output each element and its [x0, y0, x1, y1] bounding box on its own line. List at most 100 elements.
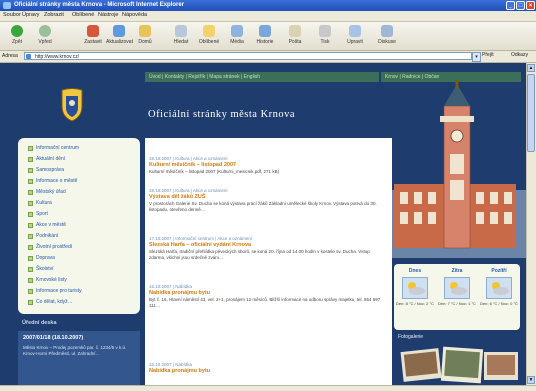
news-item: 15.10.2007 | Nabídka Nabídka pronájmu by…: [149, 362, 387, 374]
top-navigation[interactable]: Úvod | Kontakty | Rejstřík | Mapa stráne…: [145, 72, 379, 82]
bullet-icon: [28, 212, 33, 217]
home-button[interactable]: Domů: [132, 25, 158, 45]
bullet-icon: [28, 234, 33, 239]
minimize-button[interactable]: _: [506, 1, 515, 10]
maximize-button[interactable]: □: [516, 1, 525, 10]
stop-button[interactable]: Zastavit: [80, 25, 106, 45]
print-button[interactable]: Tisk: [312, 25, 338, 45]
forward-arrow-icon: [39, 25, 51, 37]
news-item: 18.10.2007 | Kultura | Akce a oznámení K…: [149, 156, 387, 175]
news-title-link[interactable]: Nabídka pronájmu bytu: [149, 290, 387, 296]
bullet-icon: [28, 256, 33, 261]
ie-logo-icon: [3, 2, 11, 9]
bullet-icon: [28, 223, 33, 228]
mail-icon: [289, 25, 301, 37]
scrollbar-thumb[interactable]: [527, 74, 535, 152]
sidebar: Informační centrum Aktuální dění Samospr…: [18, 138, 140, 314]
window-title: Oficiální stránky města Krnova - Microso…: [14, 2, 185, 8]
town-hall-photo: [380, 80, 528, 258]
bullet-icon: [28, 289, 33, 294]
bullet-icon: [28, 190, 33, 195]
news-item: 16.10.2007 | Nabídka Nabídka pronájmu by…: [149, 284, 387, 309]
go-button[interactable]: Přejít: [482, 52, 494, 58]
weather-day-name: Pozítří: [491, 268, 507, 274]
bullet-icon: [28, 267, 33, 272]
news-date: 16.10.2007 | Nabídka: [149, 284, 192, 289]
notice-text: Město Krnov – Prodej pozemků par. č. 123…: [23, 345, 127, 356]
news-date: 17.10.2007 | Informační centrum | Akce a…: [149, 236, 253, 241]
stop-icon: [87, 25, 99, 37]
status-bar: [0, 385, 536, 391]
home-icon: [139, 25, 151, 37]
weather-day: Pozítří Den: 6 °C / Noc: 0 °C: [480, 268, 518, 306]
news-date: 18.10.2007 | Kultura | Akce a oznámení: [149, 156, 228, 161]
forward-button[interactable]: Vpřed: [32, 25, 58, 45]
bullet-icon: [28, 168, 33, 173]
weather-widget: Dnes Den: 8 °C / Noc: 2 °C Zítra Den: 7 …: [394, 264, 520, 330]
toolbar: Zpět Vpřed Zastavit Aktualizovat Domů Hl…: [0, 22, 536, 51]
page-icon: [26, 54, 31, 59]
bullet-icon: [28, 278, 33, 283]
refresh-button[interactable]: Aktualizovat: [106, 25, 133, 45]
menu-file[interactable]: Soubor: [3, 12, 21, 18]
news-text: Byt č. 16, Hlavní náměstí 43, vel. 2+1, …: [149, 297, 381, 308]
news-date: 15.10.2007 | Nabídka: [149, 362, 192, 367]
history-button[interactable]: Historie: [252, 25, 278, 45]
menu-view[interactable]: Zobrazit: [44, 12, 64, 18]
weather-day-name: Zítra: [451, 268, 463, 274]
news-title-link[interactable]: Výstava děl žáků ZUŠ: [149, 194, 387, 200]
news-item: 18.10.2007 | Kultura | Akce a oznámení V…: [149, 188, 387, 213]
back-arrow-icon: [11, 25, 23, 37]
favorites-button[interactable]: Oblíbené: [196, 25, 222, 45]
edit-icon: [349, 25, 361, 37]
news-title-link[interactable]: Kulturní měsíčník – listopad 2007: [149, 162, 387, 168]
mail-button[interactable]: Pošta: [282, 25, 308, 45]
bullet-icon: [28, 300, 33, 305]
city-crest-icon: [61, 88, 83, 122]
scroll-down-arrow-icon[interactable]: ▼: [527, 376, 535, 384]
cloudy-sun-icon: [402, 277, 428, 299]
search-icon: [175, 25, 187, 37]
refresh-icon: [113, 25, 125, 37]
weather-temp: Den: 7 °C / Noc: 1 °C: [438, 301, 476, 306]
weather-day-name: Dnes: [408, 268, 422, 274]
bullet-icon: [28, 146, 33, 151]
news-title-link[interactable]: Nabídka pronájmu bytu: [149, 368, 387, 374]
discuss-button[interactable]: Diskuse: [374, 25, 400, 45]
address-input[interactable]: http://www.krnov.cz/: [24, 52, 472, 60]
back-button[interactable]: Zpět: [4, 25, 30, 45]
bullet-icon: [28, 157, 33, 162]
search-button[interactable]: Hledat: [168, 25, 194, 45]
menu-tools[interactable]: Nástroje: [98, 12, 118, 18]
window-title-bar: Oficiální stránky města Krnova - Microso…: [0, 0, 536, 11]
photo-gallery-title: Fotogalerie: [398, 334, 424, 340]
bullet-icon: [28, 201, 33, 206]
news-title-link[interactable]: Slezská Harfa – oficiální vydání Krnova: [149, 242, 387, 248]
close-button[interactable]: ×: [526, 1, 535, 10]
photo-gallery-thumbnails[interactable]: [398, 344, 520, 385]
scroll-up-arrow-icon[interactable]: ▲: [527, 64, 535, 72]
menu-favorites[interactable]: Oblíbené: [72, 12, 94, 18]
news-text: Slezská Harfa, tradiční přehlídka pěveck…: [149, 249, 370, 260]
discuss-icon: [381, 25, 393, 37]
news-item: 17.10.2007 | Informační centrum | Akce a…: [149, 236, 387, 261]
menu-edit[interactable]: Úpravy: [22, 12, 39, 18]
address-label: Adresa: [2, 53, 18, 59]
notice-board-title: Úřední deska: [22, 320, 57, 326]
links-button[interactable]: Odkazy: [511, 52, 528, 58]
bullet-icon: [28, 179, 33, 184]
cloudy-sun-icon: [444, 277, 470, 299]
notice-heading[interactable]: 2007/01/18 (18.10.2007): [23, 335, 83, 341]
favorites-star-icon: [203, 25, 215, 37]
address-bar: Adresa http://www.krnov.cz/ ▾ Přejít Odk…: [0, 51, 536, 63]
news-text: Kulturní měsíčník – listopad 2007 (Kultu…: [149, 169, 280, 174]
media-button[interactable]: Média: [224, 25, 250, 45]
bullet-icon: [28, 245, 33, 250]
weather-day: Zítra Den: 7 °C / Noc: 1 °C: [438, 268, 476, 306]
weather-temp: Den: 8 °C / Noc: 2 °C: [396, 301, 434, 306]
menu-help[interactable]: Nápověda: [122, 12, 147, 18]
address-dropdown-button[interactable]: ▾: [472, 52, 481, 62]
edit-button[interactable]: Upravit: [342, 25, 368, 45]
media-icon: [231, 25, 243, 37]
news-date: 18.10.2007 | Kultura | Akce a oznámení: [149, 188, 228, 193]
